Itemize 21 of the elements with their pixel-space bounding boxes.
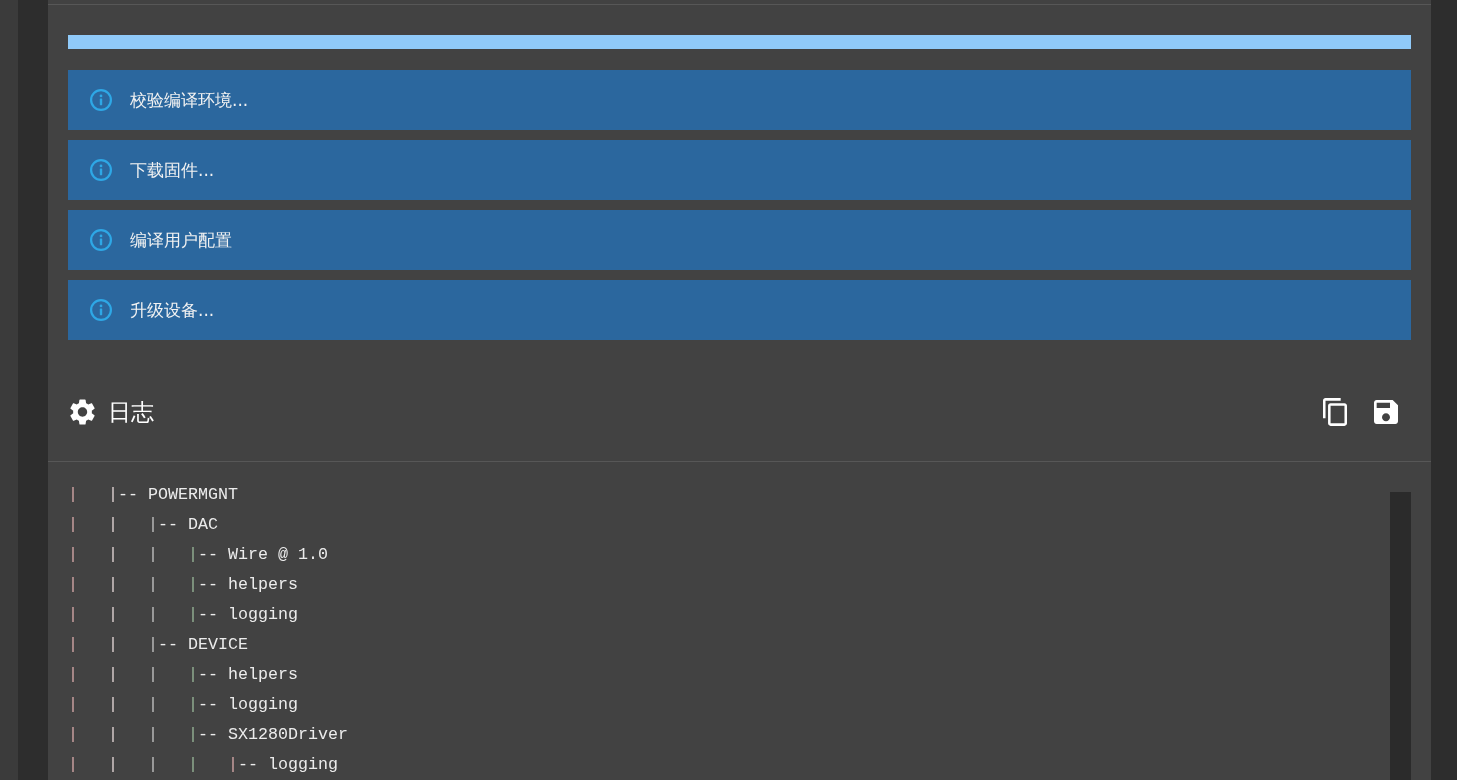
log-title: 日志 — [108, 398, 154, 427]
info-icon — [90, 159, 112, 181]
log-line: | | | |-- helpers — [68, 664, 299, 686]
log-line: | | |-- DEVICE — [68, 634, 249, 656]
settings-icon — [70, 399, 95, 425]
log-line: | | | | |-- logging — [68, 754, 339, 776]
log-line: | | | |-- logging — [68, 604, 299, 626]
log-line: | | | |-- helpers — [68, 574, 299, 596]
alert-text: 下载固件... — [130, 159, 215, 181]
alert-text: 校验编译环境... — [130, 89, 249, 111]
alert-text: 编译用户配置 — [130, 229, 232, 251]
info-icon — [90, 89, 112, 111]
log-line: | | |-- DAC — [68, 514, 219, 536]
log-line: | |-- POWERMGNT — [68, 484, 239, 506]
info-icon — [90, 299, 112, 321]
alert-text: 升级设备... — [130, 299, 215, 321]
info-icon — [90, 229, 112, 251]
copy-icon — [1323, 398, 1347, 426]
log-line: | | | |-- Wire @ 1.0 — [68, 544, 329, 566]
log-line: | | | |-- logging — [68, 694, 299, 716]
log-line: | | | |-- SX1280Driver — [68, 724, 349, 746]
